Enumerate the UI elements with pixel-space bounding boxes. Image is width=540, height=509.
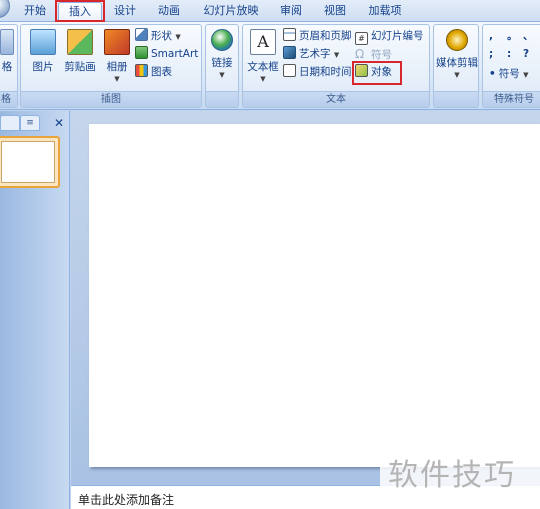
datetime-button[interactable]: 日期和时间 [283,63,352,81]
special-symbol-label: 符号 [498,68,520,80]
slide-thumbnail-selected[interactable] [0,136,60,188]
wordart-icon [283,46,296,59]
textbox-label: 文本框 [247,61,279,73]
table-button-label: 格 [1,61,13,73]
slide-canvas[interactable] [89,124,540,467]
datetime-icon [283,64,296,77]
chart-label: 图表 [151,66,172,78]
watermark: 软件技巧 [380,444,540,493]
album-dropdown-icon: ▼ [114,75,120,83]
group-illustrations: 图片 剪贴画 相册 ▼ 形状 ▼ SmartArt 图表 插图 [20,24,202,108]
symbol-question[interactable]: ? [523,45,529,63]
office-button[interactable] [0,0,10,18]
wordart-button[interactable]: 艺术字 ▼ [283,45,339,63]
slides-tab[interactable] [0,115,20,131]
media-clips-button[interactable]: 媒体剪辑 ▼ [436,29,478,85]
tab-slideshow[interactable]: 幻灯片放映 [198,2,264,22]
special-symbol-dropdown-icon: ▼ [523,71,529,79]
link-dropdown-icon: ▼ [219,71,225,79]
table-icon [0,29,14,55]
notes-placeholder: 单击此处添加备注 [78,493,175,507]
media-clips-label: 媒体剪辑 [436,57,478,69]
clipart-label: 剪贴画 [64,61,96,73]
symbol-comma[interactable]: , [489,27,493,45]
slides-panel: ≡ ✕ [0,111,70,509]
insert-tab-highlight [55,0,105,22]
slide-number-button[interactable]: # 幻灯片编号 [355,27,424,45]
header-footer-button[interactable]: 页眉和页脚 [283,27,352,45]
media-clips-icon [446,29,468,51]
picture-label: 图片 [32,61,54,73]
tab-review[interactable]: 审阅 [274,2,308,22]
smartart-button[interactable]: SmartArt [135,45,198,63]
symbol-dot-icon: • [489,68,496,80]
header-footer-label: 页眉和页脚 [299,30,352,42]
clipart-icon [67,29,93,55]
outline-tab[interactable]: ≡ [20,115,40,131]
tab-design[interactable]: 设计 [108,2,142,22]
picture-icon [30,29,56,55]
datetime-label: 日期和时间 [299,66,352,78]
textbox-button[interactable]: A 文本框 ▼ [245,29,281,85]
close-icon[interactable]: ✕ [54,116,64,130]
wordart-dropdown-icon: ▼ [333,51,340,59]
symbol-period[interactable]: 。 [507,27,518,45]
symbol-semicolon[interactable]: ; [489,45,493,63]
table-button[interactable]: 格 [0,29,15,85]
link-label: 链接 [211,57,233,69]
group-text-label: 文本 [243,91,429,107]
group-links: 链接 ▼ [205,24,239,108]
wordart-label: 艺术字 [299,48,331,60]
group-links-label [206,91,238,107]
shapes-label: 形状 [151,30,172,42]
textbox-icon: A [250,29,276,55]
shapes-button[interactable]: 形状 ▼ [135,27,181,45]
smartart-icon [135,46,148,59]
group-special-symbols: , 。 、 ; : ? • 符号 ▼ 特殊符号 [482,24,540,108]
group-table-partial: 格 格 [0,24,18,108]
tab-view[interactable]: 视图 [318,2,352,22]
tab-home[interactable]: 开始 [18,2,52,22]
album-label: 相册 [106,61,128,73]
picture-button[interactable]: 图片 [25,29,61,85]
group-special-symbols-label: 特殊符号 [483,91,540,107]
chart-icon [135,64,148,77]
symbol-label: 符号 [371,49,392,61]
special-symbol-button[interactable]: • 符号 ▼ [489,65,528,83]
slides-panel-tabs: ≡ ✕ [0,113,70,131]
group-media: 媒体剪辑 ▼ [433,24,479,108]
link-button[interactable]: 链接 ▼ [206,29,238,85]
album-icon [104,29,130,55]
symbol-colon[interactable]: : [507,45,511,63]
shapes-dropdown-icon: ▼ [175,33,181,41]
ribbon: 格 格 图片 剪贴画 相册 ▼ 形状 ▼ SmartArt 图表 插图 链接 ▼… [0,22,540,110]
slide-thumbnail [1,141,55,183]
smartart-label: SmartArt [151,48,199,60]
slide-number-icon: # [355,32,368,45]
slide-edit-area [71,111,540,485]
symbol-enumeration-comma[interactable]: 、 [523,27,534,45]
clipart-button[interactable]: 剪贴画 [61,29,99,85]
group-illustrations-label: 插图 [21,91,201,107]
group-media-label [434,91,478,107]
watermark-text: 软件技巧 [388,458,516,493]
tab-addins[interactable]: 加载项 [362,2,408,22]
header-footer-icon [283,28,296,41]
slide-number-label: 幻灯片编号 [371,30,424,42]
album-button[interactable]: 相册 ▼ [99,29,135,85]
chart-button[interactable]: 图表 [135,63,172,81]
link-globe-icon [211,29,233,51]
media-clips-dropdown-icon: ▼ [454,71,460,79]
textbox-dropdown-icon: ▼ [260,75,266,83]
shapes-icon [135,28,148,41]
tab-animations[interactable]: 动画 [152,2,186,22]
object-button-highlight [352,61,402,85]
group-table-label: 格 [0,91,17,107]
